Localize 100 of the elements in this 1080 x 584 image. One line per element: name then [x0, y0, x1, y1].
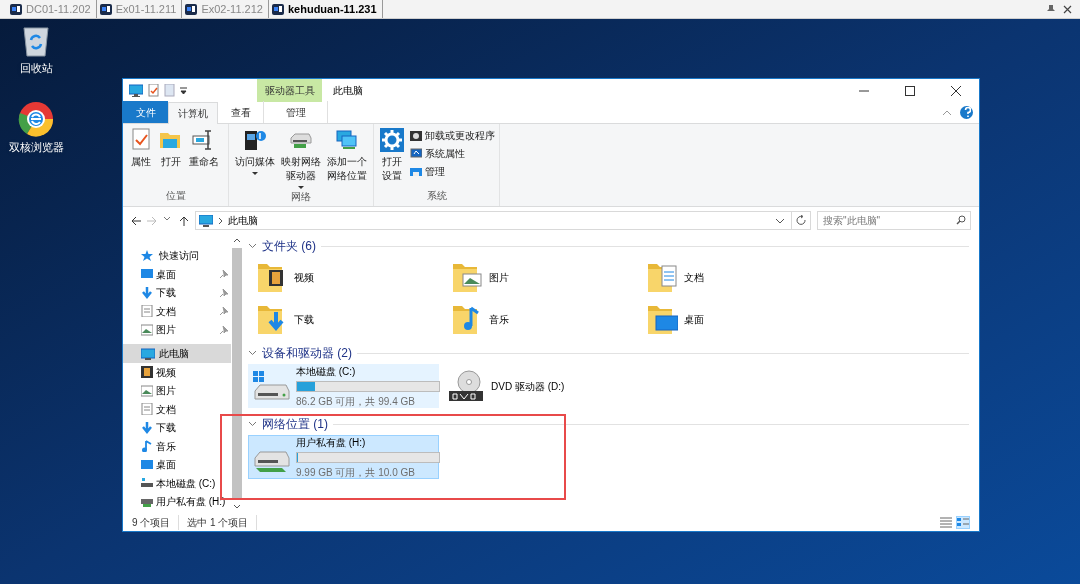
ribbon-tab[interactable]: 文件: [123, 101, 168, 123]
folder-item[interactable]: 图片: [451, 260, 646, 294]
system-monitor-icon: [410, 147, 422, 160]
ribbon-button[interactable]: 重命名: [187, 128, 221, 188]
collapse-ribbon-icon: [942, 108, 952, 117]
nav-item[interactable]: 下载: [123, 283, 231, 302]
context-tab-group: 驱动器工具: [257, 79, 322, 102]
nav-item[interactable]: 图片: [123, 381, 231, 400]
ribbon-button[interactable]: 打开 设置: [378, 128, 406, 188]
ribbon-button[interactable]: 映射网络 驱动器: [279, 128, 323, 189]
program-icon: [410, 129, 422, 142]
nav-item[interactable]: 音乐: [123, 437, 231, 456]
drive-name: 本地磁盘 (C:): [296, 364, 357, 379]
document-icon: [141, 305, 153, 318]
recycle-bin-icon[interactable]: [20, 24, 52, 58]
drive-tile[interactable]: DVD 驱动器 (D:): [443, 364, 634, 408]
address-path: 此电脑: [228, 214, 258, 228]
ribbon-button[interactable]: 系统属性: [410, 146, 495, 161]
nav-item[interactable]: 文档: [123, 302, 231, 321]
ribbon-button[interactable]: 管理: [410, 164, 495, 179]
local-disk-icon: [252, 369, 292, 403]
tiles-view-button[interactable]: [956, 516, 970, 529]
picture-icon: [141, 323, 153, 336]
remote-desktop-icon: [10, 3, 22, 15]
nav-item[interactable]: 此电脑: [123, 344, 231, 363]
section-header[interactable]: 文件夹 (6): [262, 237, 316, 255]
ribbon-group-label: 位置: [164, 189, 187, 203]
folder-item[interactable]: 视频: [256, 260, 451, 294]
back-arrow-icon: [131, 215, 141, 226]
connection-tab[interactable]: kehuduan-11.231: [271, 0, 383, 18]
drive-icon: [141, 477, 153, 490]
browser-icon[interactable]: [18, 100, 54, 137]
details-view-icon: [940, 517, 952, 528]
nav-item[interactable]: 快速访问: [123, 246, 231, 265]
monitor-icon: [141, 268, 153, 281]
down-arrow-icon: [141, 421, 153, 434]
folder-item[interactable]: 文档: [646, 260, 841, 294]
star-icon: [141, 249, 155, 262]
help-icon: [962, 107, 971, 118]
nav-item[interactable]: 文档: [123, 400, 231, 419]
close-icon: [950, 85, 962, 96]
selection-count: 选中 1 个项目: [179, 515, 258, 530]
ribbon-group-label: 系统: [425, 189, 448, 203]
refresh-icon: [796, 215, 807, 226]
ribbon-button[interactable]: 访问媒体: [233, 128, 277, 189]
address-bar[interactable]: 此电脑: [195, 211, 811, 230]
ribbon-tab[interactable]: 计算机: [168, 102, 218, 124]
item-count: 9 个项目: [132, 515, 180, 530]
folder-item[interactable]: 音乐: [451, 302, 646, 336]
picture-icon: [141, 384, 153, 397]
ribbon-tab[interactable]: 管理: [263, 101, 328, 123]
customize-toolbar-icon: [180, 86, 187, 95]
ribbon-button[interactable]: 添加一个 网络位置: [325, 128, 369, 189]
ribbon-group-label: 网络: [290, 190, 312, 204]
ribbon-button[interactable]: 属性: [127, 128, 155, 188]
film-icon: [141, 366, 153, 379]
music-note-icon: [141, 440, 153, 453]
drive-tile[interactable]: 用户私有盘 (H:) 9.99 GB 可用，共 10.0 GB: [248, 435, 439, 479]
media-server-icon: [243, 128, 267, 152]
document-icon: [141, 403, 153, 416]
maximize-icon: [904, 85, 916, 96]
computer-icon: [141, 347, 155, 360]
drive-tile[interactable]: 本地磁盘 (C:) 86.2 GB 可用，共 99.4 GB: [248, 364, 439, 408]
desktop-icon-label[interactable]: 回收站: [19, 60, 53, 77]
dvd-drive-icon: [447, 369, 485, 403]
down-arrow-icon: [141, 286, 153, 299]
folder-item[interactable]: 下载: [256, 302, 451, 336]
scroll-down-icon: [233, 503, 241, 511]
close-icon: [1063, 4, 1072, 14]
nav-item[interactable]: 视频: [123, 363, 231, 382]
up-arrow-icon: [179, 215, 189, 226]
help-button[interactable]: [960, 106, 973, 119]
tiles-view-icon: [957, 517, 969, 528]
new-folder-icon: [164, 84, 175, 97]
nav-item[interactable]: 桌面: [123, 455, 231, 474]
remote-desktop-icon: [185, 3, 198, 15]
ribbon-tab[interactable]: 查看: [218, 101, 263, 123]
forward-arrow-icon: [147, 215, 157, 226]
network-monitors-icon: [335, 128, 359, 152]
refresh-button[interactable]: [791, 212, 807, 229]
computer-icon: [199, 214, 213, 227]
drive-space: 86.2 GB 可用，共 99.4 GB: [296, 394, 416, 409]
nav-item[interactable]: 下载: [123, 418, 231, 437]
nav-item[interactable]: 本地磁盘 (C:): [123, 474, 231, 493]
drive-space: 9.99 GB 可用，共 10.0 GB: [296, 465, 416, 480]
search-field[interactable]: 搜索"此电脑": [817, 211, 971, 230]
window-title: 此电脑: [332, 84, 363, 98]
section-header[interactable]: 网络位置 (1): [262, 415, 328, 433]
chevron-right-icon: [218, 216, 223, 225]
desktop-icon-label[interactable]: 双核浏览器: [8, 138, 64, 155]
gear-icon: [380, 128, 404, 152]
nav-item[interactable]: 桌面: [123, 265, 231, 284]
ribbon-button[interactable]: 卸载或更改程序: [410, 128, 495, 143]
folder-item[interactable]: 桌面: [646, 302, 841, 336]
section-header[interactable]: 设备和驱动器 (2): [262, 344, 352, 362]
remote-desktop-icon: [99, 3, 112, 15]
scroll-up-icon: [233, 237, 241, 245]
ribbon-button[interactable]: 打开: [157, 128, 185, 188]
nav-item[interactable]: 图片: [123, 320, 231, 339]
chevron-down-icon: [775, 217, 785, 224]
